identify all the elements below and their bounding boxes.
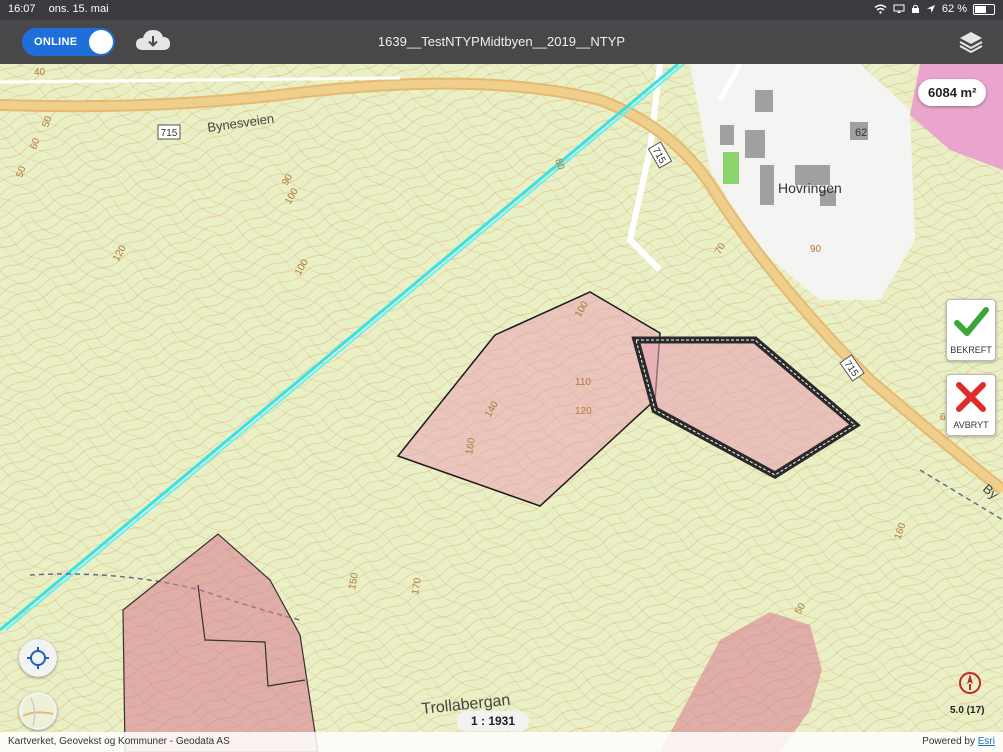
powered-by-prefix: Powered by <box>922 736 978 747</box>
building-number-label: 62 <box>855 127 867 139</box>
basemap-icon <box>21 694 55 728</box>
map-title: 1639__TestNTYPMidtbyen__2019__NTYP <box>377 34 626 49</box>
contour-label: 90 <box>810 244 822 255</box>
top-toolbar: ONLINE 1639__TestNTYPMidtbyen__2019__NTY… <box>0 20 1003 64</box>
cancel-button[interactable]: AVBRYT <box>946 374 996 436</box>
location-arrow-icon <box>926 5 935 13</box>
contour-label: 110 <box>575 377 591 388</box>
status-date: ons. 15. mai <box>48 3 109 15</box>
wifi-icon <box>874 4 887 14</box>
area-measurement-badge: 6084 m² <box>918 79 987 106</box>
svg-text:715: 715 <box>161 128 178 139</box>
app-window: 16:07 ons. 15. mai 62 % ONLINE 1639__Tes… <box>0 0 1003 752</box>
basemap-button[interactable] <box>19 692 57 730</box>
place-label-hovringen: Hovringen <box>778 180 842 196</box>
layers-icon[interactable] <box>957 28 985 56</box>
building <box>760 165 774 205</box>
attribution-text: Kartverket, Geovekst og Kommuner - Geoda… <box>8 736 230 747</box>
building <box>720 125 734 145</box>
locate-button[interactable] <box>19 639 57 677</box>
status-bar: 16:07 ons. 15. mai 62 % <box>0 0 1003 20</box>
battery-percent: 62 % <box>941 3 967 15</box>
locate-icon <box>27 647 49 669</box>
screen-mirror-icon <box>893 4 905 13</box>
zoom-level-readout: 5.0 (17) <box>950 705 985 716</box>
status-time: 16:07 <box>8 3 36 15</box>
powered-by: Powered by Esri <box>922 736 995 747</box>
building <box>745 130 765 158</box>
green-patch <box>723 152 739 184</box>
road-shield: 715 <box>157 124 181 140</box>
x-icon <box>956 382 986 412</box>
lock-rotation-icon <box>911 4 919 13</box>
confirm-label: BEKREFT <box>950 345 992 355</box>
map-view[interactable]: 715 715 715 Bynesveien Hovringen Trollab… <box>0 64 1003 752</box>
building <box>755 90 773 112</box>
attribution-bar: Kartverket, Geovekst og Kommuner - Geoda… <box>0 732 1003 752</box>
battery-icon <box>973 3 995 15</box>
compass-icon[interactable] <box>957 670 983 696</box>
esri-link[interactable]: Esri <box>978 736 995 747</box>
checkmark-icon <box>954 307 989 336</box>
contour-label: 120 <box>575 406 592 417</box>
cancel-label: AVBRYT <box>953 420 989 430</box>
contour-label: 40 <box>34 67 46 78</box>
scale-indicator: 1 : 1931 <box>457 711 530 731</box>
confirm-button[interactable]: BEKREFT <box>946 299 996 361</box>
